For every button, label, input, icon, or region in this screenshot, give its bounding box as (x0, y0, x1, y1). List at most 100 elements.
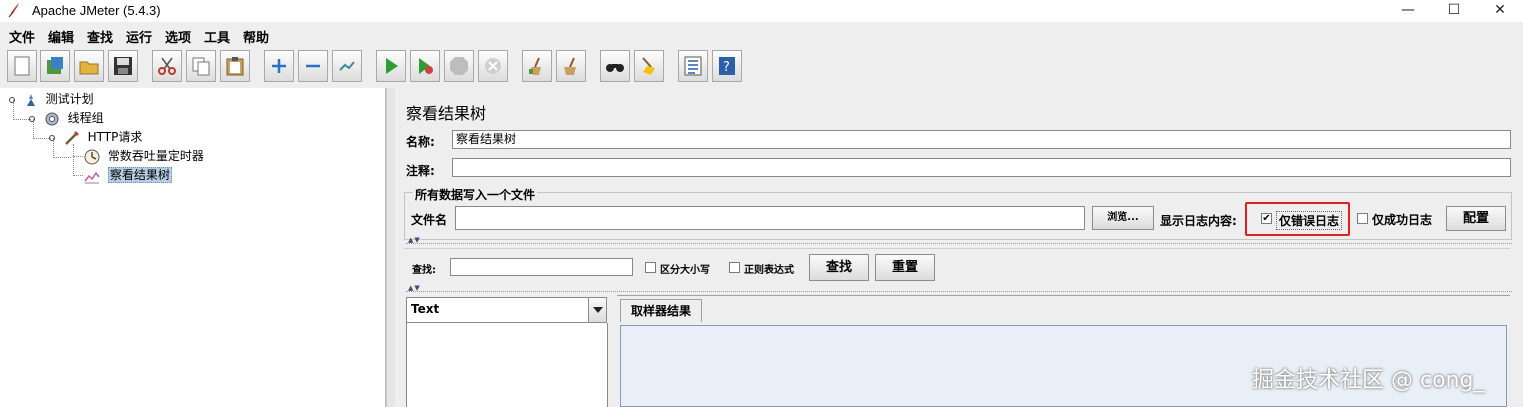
start-no-pause-icon (419, 58, 433, 74)
log-display-label: 显示日志内容: (1160, 214, 1237, 228)
svg-text:?: ? (723, 60, 730, 75)
save-icon (114, 57, 132, 75)
search-label: 查找: (412, 265, 436, 276)
errors-only-label[interactable]: 仅错误日志 (1276, 211, 1343, 230)
start-no-pause-button[interactable] (410, 50, 440, 82)
successes-only-label[interactable]: 仅成功日志 (1372, 211, 1432, 228)
results-list[interactable] (406, 323, 608, 407)
tab-sampler-result[interactable]: 取样器结果 (620, 299, 703, 322)
help-button[interactable]: ? (712, 50, 742, 82)
paste-icon (226, 57, 244, 76)
clear-all-icon (564, 57, 576, 75)
successes-only-checkbox[interactable] (1357, 213, 1368, 224)
errors-only-checkbox[interactable]: ✔ (1261, 213, 1272, 224)
templates-icon (47, 57, 63, 74)
copy-icon (192, 57, 210, 76)
case-sensitive-checkbox[interactable] (645, 262, 656, 273)
tree-toggle-icon[interactable] (28, 115, 36, 123)
cut-icon (158, 57, 176, 75)
menu-help[interactable]: 帮助 (243, 27, 269, 46)
window-title: Apache JMeter (5.4.3) (32, 3, 161, 18)
collapse-all-button[interactable] (298, 50, 328, 82)
test-plan-icon (26, 93, 35, 106)
comment-input[interactable] (452, 158, 1511, 177)
tree-node-test-plan[interactable]: 测试计划 (8, 90, 94, 108)
tree-node-label: 常数吞吐量定时器 (107, 149, 204, 163)
tree-node-label: 线程组 (67, 111, 104, 125)
regex-checkbox[interactable] (729, 262, 740, 273)
comment-label: 注释: (406, 164, 435, 178)
write-to-file-group-title: 所有数据写入一个文件 (413, 186, 538, 203)
cut-button[interactable] (152, 50, 182, 82)
jmeter-feather-icon (8, 3, 19, 18)
search-icon (606, 64, 624, 72)
case-sensitive-label[interactable]: 区分大小写 (660, 261, 710, 276)
collapse-icon (306, 64, 320, 68)
configure-button[interactable]: 配置 (1446, 206, 1506, 231)
tree-toggle-icon[interactable] (8, 96, 16, 104)
divider (406, 243, 1512, 244)
tab-strip (617, 295, 1510, 296)
search-input[interactable] (450, 258, 633, 276)
timer-icon (84, 149, 100, 164)
start-icon (386, 58, 398, 74)
tree-node-label: HTTP请求 (87, 130, 143, 144)
open-icon (79, 61, 99, 75)
renderer-dropdown-button[interactable] (588, 297, 607, 323)
tree-node-constant-throughput-timer[interactable]: 常数吞吐量定时器 (84, 147, 204, 165)
menu-file[interactable]: 文件 (9, 27, 35, 46)
tree-node-thread-group[interactable]: 线程组 (28, 109, 104, 127)
tree-node-label: 察看结果树 (107, 167, 172, 183)
paste-button[interactable] (220, 50, 250, 82)
stop-button[interactable] (444, 50, 474, 82)
name-input[interactable]: 察看结果树 (452, 130, 1511, 149)
new-button[interactable] (7, 50, 37, 82)
function-helper-button[interactable] (678, 50, 708, 82)
clear-button[interactable] (522, 50, 552, 82)
maximize-button[interactable]: ☐ (1431, 0, 1477, 22)
watermark-text: 掘金技术社区 @ cong_ (1252, 368, 1485, 393)
new-icon (14, 56, 30, 76)
menu-tools[interactable]: 工具 (204, 27, 230, 46)
copy-button[interactable] (186, 50, 216, 82)
help-icon: ? (719, 57, 735, 75)
clear-all-button[interactable] (556, 50, 586, 82)
start-button[interactable] (376, 50, 406, 82)
close-button[interactable]: ✕ (1477, 0, 1523, 22)
menu-search[interactable]: 查找 (87, 27, 113, 46)
reset-search-button[interactable] (634, 50, 664, 82)
listener-icon (84, 171, 100, 183)
stop-icon (450, 57, 468, 75)
regex-label[interactable]: 正则表达式 (744, 261, 794, 276)
chevron-down-icon (592, 307, 603, 313)
divider (406, 291, 1512, 292)
toggle-icon (339, 61, 355, 71)
expand-all-button[interactable] (264, 50, 294, 82)
menu-run[interactable]: 运行 (126, 27, 152, 46)
thread-group-icon (45, 112, 59, 125)
tree-node-http-request[interactable]: HTTP请求 (48, 128, 142, 146)
reset-button[interactable]: 重置 (875, 254, 935, 281)
title-bar: Apache JMeter (5.4.3) — ☐ ✕ (0, 0, 1523, 22)
renderer-select[interactable]: Text (406, 297, 595, 323)
save-button[interactable] (108, 50, 138, 82)
menu-edit[interactable]: 编辑 (48, 27, 74, 46)
filename-input[interactable] (455, 206, 1085, 230)
search-button[interactable] (600, 50, 630, 82)
split-pane-divider[interactable] (386, 88, 395, 407)
find-button[interactable]: 查找 (809, 254, 869, 281)
panel-title: 察看结果树 (406, 104, 487, 123)
expand-icon (272, 59, 286, 73)
open-button[interactable] (74, 50, 104, 82)
tree-node-view-results-tree[interactable]: 察看结果树 (84, 166, 172, 184)
function-helper-icon (684, 56, 702, 76)
minimize-button[interactable]: — (1385, 0, 1431, 22)
toolbar: ? (0, 48, 1523, 86)
templates-button[interactable] (40, 50, 70, 82)
browse-button[interactable]: 浏览... (1092, 206, 1154, 230)
tree-toggle-icon[interactable] (48, 134, 56, 142)
sampler-icon (64, 130, 79, 145)
toggle-button[interactable] (332, 50, 362, 82)
menu-options[interactable]: 选项 (165, 27, 191, 46)
shutdown-button[interactable] (478, 50, 508, 82)
